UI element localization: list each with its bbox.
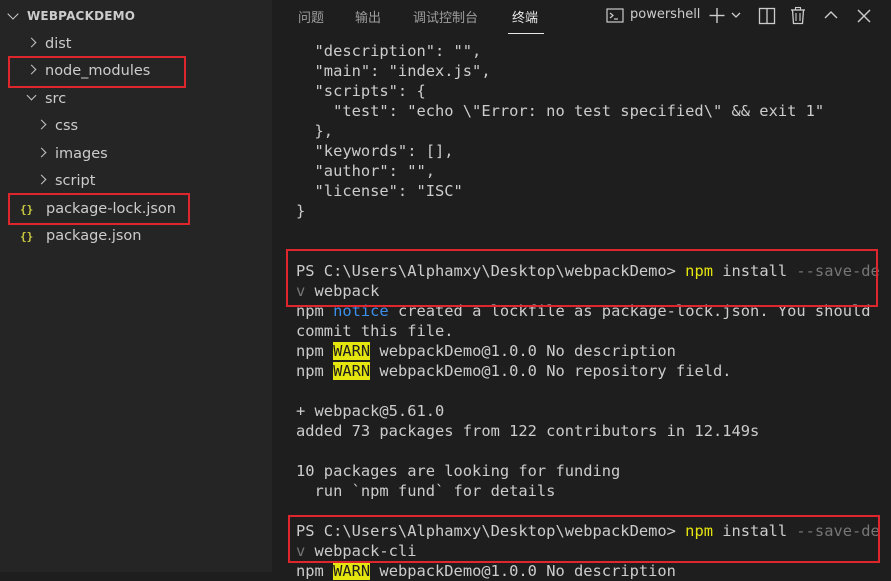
terminal-command-line: v webpack-cli	[296, 541, 416, 561]
command-npm: npm	[685, 262, 713, 280]
chevron-right-icon	[36, 174, 47, 185]
plus-icon[interactable]	[708, 6, 726, 26]
explorer-section-header[interactable]: WEBPACKDEMO	[0, 0, 272, 34]
terminal-icon	[606, 8, 624, 23]
terminal-line: 10 packages are looking for funding	[296, 462, 621, 480]
active-tab-indicator	[508, 33, 544, 34]
chevron-right-icon	[36, 147, 47, 158]
terminal-line: "author": "",	[296, 162, 435, 180]
terminal-line: npm WARN webpackDemo@1.0.0 No repository…	[296, 361, 732, 381]
tree-folder-script[interactable]: script	[36, 168, 96, 194]
trash-icon[interactable]	[789, 6, 807, 26]
chevron-up-icon[interactable]	[822, 6, 840, 26]
warn-tag: WARN	[333, 362, 371, 380]
tree-item-label: package.json	[46, 228, 142, 244]
tree-file-package-json[interactable]: {} package.json	[20, 223, 141, 249]
tree-item-label: dist	[45, 36, 72, 52]
tab-output[interactable]: 输出	[355, 7, 381, 26]
terminal-line: "main": "index.js",	[296, 62, 491, 80]
terminal-line: + webpack@5.61.0	[296, 402, 445, 420]
terminal-line: "test": "echo \"Error: no test specified…	[296, 102, 825, 120]
command-flag: --save-de	[796, 522, 880, 540]
terminal-command-line: PS C:\Users\Alphamxy\Desktop\webpackDemo…	[296, 261, 880, 281]
tree-folder-src[interactable]: src	[26, 86, 67, 112]
warn-text: webpackDemo@1.0.0 No repository field.	[370, 362, 732, 380]
command-flag: --save-de	[796, 262, 880, 280]
terminal-line: "keywords": [],	[296, 142, 454, 160]
explorer-title: WEBPACKDEMO	[27, 9, 136, 23]
terminal-line: "scripts": {	[296, 82, 426, 100]
chevron-down-icon	[7, 8, 19, 20]
tree-item-label: src	[45, 91, 67, 107]
terminal-panel: 问题 输出 调试控制台 终端 powershell "description":…	[272, 0, 891, 580]
terminal-line: npm WARN webpackDemo@1.0.0 No descriptio…	[296, 561, 676, 581]
command-verb: install	[712, 522, 797, 540]
json-file-icon: {}	[20, 203, 34, 216]
npm-prefix: npm	[296, 562, 334, 580]
command-flag: v	[296, 542, 306, 560]
json-file-icon: {}	[20, 230, 34, 243]
terminal-line: npm WARN webpackDemo@1.0.0 No descriptio…	[296, 341, 676, 361]
chevron-right-icon	[26, 37, 37, 48]
npm-prefix: npm	[296, 302, 334, 320]
tree-file-package-lock-json[interactable]: {} package-lock.json	[20, 196, 176, 222]
tab-debug-console[interactable]: 调试控制台	[413, 7, 478, 26]
terminal-shell-selector[interactable]: powershell	[630, 7, 700, 22]
tree-folder-css[interactable]: css	[36, 113, 79, 139]
terminal-line: npm notice created a lockfile as package…	[296, 301, 871, 321]
notice-text: created a lockfile as package-lock.json.…	[388, 302, 871, 320]
terminal-command-line: v webpack	[296, 281, 379, 301]
terminal-line: "license": "ISC"	[296, 182, 463, 200]
tree-item-label: images	[55, 146, 108, 162]
tree-item-label: script	[55, 173, 96, 189]
chevron-down-icon	[26, 90, 37, 101]
warn-text: webpackDemo@1.0.0 No description	[370, 342, 676, 360]
prompt: PS C:\Users\Alphamxy\Desktop\webpackDemo…	[296, 262, 686, 280]
npm-prefix: npm	[296, 342, 334, 360]
warn-tag: WARN	[333, 342, 371, 360]
tab-problems[interactable]: 问题	[298, 7, 324, 26]
warn-tag: WARN	[333, 562, 371, 580]
tree-item-label: css	[55, 118, 79, 134]
terminal-line: added 73 packages from 122 contributors …	[296, 422, 760, 440]
tab-terminal[interactable]: 终端	[512, 7, 538, 26]
terminal-command-line: PS C:\Users\Alphamxy\Desktop\webpackDemo…	[296, 521, 880, 541]
split-terminal-icon[interactable]	[758, 6, 776, 26]
terminal-line: run `npm fund` for details	[296, 482, 556, 500]
explorer-sidebar: WEBPACKDEMO dist node_modules src css im…	[0, 0, 272, 572]
npm-prefix: npm	[296, 362, 334, 380]
chevron-right-icon	[36, 119, 47, 130]
tree-folder-node-modules[interactable]: node_modules	[26, 58, 151, 84]
tree-item-label: node_modules	[45, 63, 151, 79]
tree-folder-images[interactable]: images	[36, 141, 108, 167]
terminal-line: },	[296, 122, 334, 140]
command-npm: npm	[685, 522, 713, 540]
tree-folder-dist[interactable]: dist	[26, 31, 72, 57]
chevron-down-icon[interactable]	[730, 6, 742, 26]
tree-item-label: package-lock.json	[46, 201, 176, 217]
panel-tab-bar: 问题 输出 调试控制台 终端 powershell	[272, 0, 891, 34]
close-icon[interactable]	[855, 6, 873, 26]
chevron-right-icon	[26, 64, 37, 75]
command-flag: v	[296, 282, 306, 300]
command-package: webpack-cli	[305, 542, 417, 560]
terminal-line: commit this file.	[296, 322, 454, 340]
terminal-line: "description": "",	[296, 42, 482, 60]
terminal-line: }	[296, 202, 306, 220]
notice-tag: notice	[333, 302, 389, 320]
command-package: webpack	[305, 282, 380, 300]
prompt: PS C:\Users\Alphamxy\Desktop\webpackDemo…	[296, 522, 686, 540]
command-verb: install	[712, 262, 797, 280]
warn-text: webpackDemo@1.0.0 No description	[370, 562, 676, 580]
